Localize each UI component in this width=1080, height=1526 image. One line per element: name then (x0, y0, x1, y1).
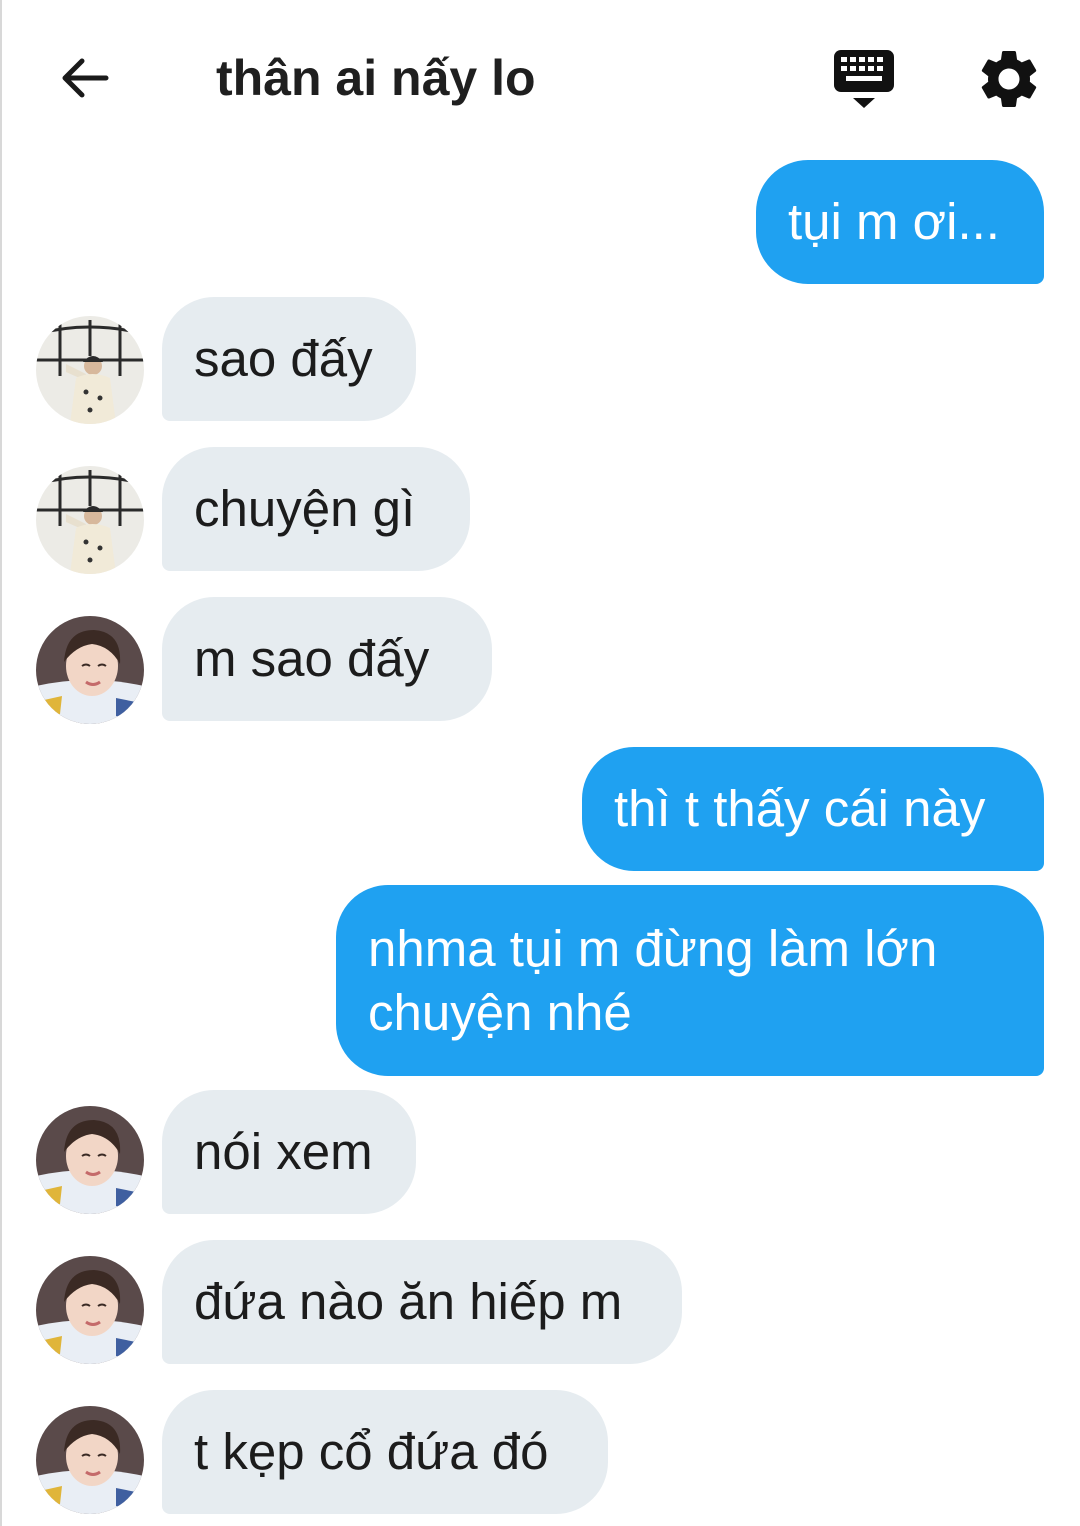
keyboard-icon (834, 50, 894, 108)
incoming-message[interactable]: nói xem (162, 1090, 416, 1214)
settings-button[interactable] (974, 44, 1044, 114)
message-text: đứa nào ăn hiếp m (194, 1273, 623, 1330)
user-photo-icon (36, 466, 144, 574)
incoming-message[interactable]: chuyện gì (162, 447, 470, 571)
user-photo-icon (36, 1256, 144, 1364)
message-text: chuyện gì (194, 480, 416, 537)
message-text: nói xem (194, 1123, 373, 1180)
message-text: t kẹp cổ đứa đó (194, 1423, 549, 1480)
user-photo-icon (36, 1406, 144, 1514)
message-text: sao đấy (194, 330, 373, 387)
avatar[interactable] (36, 316, 144, 424)
conversation-title: thân ai nấy lo (216, 50, 536, 106)
conversation-header: thân ai nấy lo (0, 0, 1080, 150)
incoming-message[interactable]: đứa nào ăn hiếp m (162, 1240, 682, 1364)
gear-icon (981, 51, 1037, 107)
incoming-message[interactable]: t kẹp cổ đứa đó (162, 1390, 608, 1514)
user-photo-icon (36, 316, 144, 424)
avatar[interactable] (36, 1256, 144, 1364)
incoming-message[interactable]: m sao đấy (162, 597, 492, 721)
user-photo-icon (36, 1106, 144, 1214)
user-photo-icon (36, 616, 144, 724)
avatar[interactable] (36, 616, 144, 724)
message-text: nhma tụi m đừng làm lớn chuyện nhé (368, 920, 938, 1041)
keyboard-button[interactable] (830, 44, 900, 114)
message-text: thì t thấy cái này (614, 780, 986, 837)
outgoing-message[interactable]: nhma tụi m đừng làm lớn chuyện nhé (336, 885, 1044, 1076)
avatar[interactable] (36, 466, 144, 574)
avatar[interactable] (36, 1106, 144, 1214)
message-text: m sao đấy (194, 630, 430, 687)
screen-edge (0, 0, 2, 1526)
back-button[interactable] (52, 46, 116, 110)
outgoing-message[interactable]: thì t thấy cái này (582, 747, 1044, 871)
incoming-message[interactable]: sao đấy (162, 297, 416, 421)
message-text: tụi m ơi... (788, 193, 1000, 250)
outgoing-message[interactable]: tụi m ơi... (756, 160, 1044, 284)
avatar[interactable] (36, 1406, 144, 1514)
back-arrow-icon (62, 58, 109, 98)
